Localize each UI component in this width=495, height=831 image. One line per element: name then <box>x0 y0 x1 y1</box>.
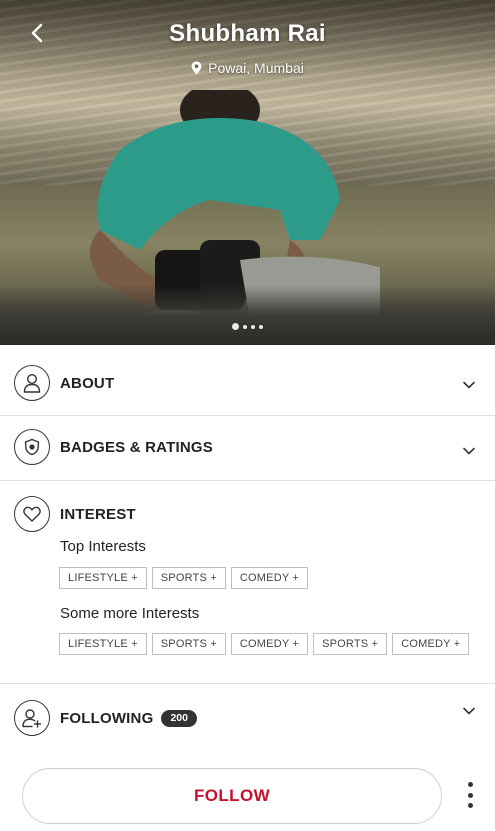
badges-title: BADGES & RATINGS <box>60 438 213 456</box>
interest-tag[interactable]: SPORTS + <box>151 567 226 589</box>
profile-photo <box>0 0 495 345</box>
interest-tag[interactable]: COMEDY + <box>230 633 309 655</box>
more-interests-label: Some more Interests <box>60 605 200 622</box>
page-dot[interactable] <box>232 323 239 330</box>
interest-header[interactable]: INTEREST <box>14 496 136 532</box>
about-section: ABOUT <box>0 345 495 416</box>
interest-tag[interactable]: SPORTS + <box>313 633 388 655</box>
follow-button[interactable]: FOLLOW <box>22 768 442 824</box>
more-interests-tags: LIFESTYLE + SPORTS + COMEDY + SPORTS + C… <box>59 633 470 655</box>
following-header[interactable]: FOLLOWING 200 <box>14 700 197 736</box>
photo-page-indicator[interactable] <box>0 323 495 330</box>
following-section: FOLLOWING 200 <box>0 684 495 754</box>
top-interests-label: Top Interests <box>60 538 146 555</box>
interest-tag[interactable]: SPORTS + <box>151 633 226 655</box>
user-icon <box>14 365 50 401</box>
page-dot[interactable] <box>251 324 255 329</box>
chevron-down-icon[interactable] <box>461 703 477 719</box>
chevron-down-icon[interactable] <box>461 443 477 459</box>
location-pin-icon <box>191 61 202 75</box>
badges-header[interactable]: BADGES & RATINGS <box>14 429 213 465</box>
about-title: ABOUT <box>60 374 115 392</box>
page-dot[interactable] <box>259 324 263 329</box>
about-header[interactable]: ABOUT <box>14 365 114 401</box>
page-dot[interactable] <box>243 324 247 329</box>
profile-location: Powai, Mumbai <box>0 60 495 76</box>
add-user-icon <box>14 700 50 736</box>
chevron-down-icon[interactable] <box>461 377 477 393</box>
top-interests-tags: LIFESTYLE + SPORTS + COMEDY + <box>59 567 309 589</box>
badges-section: BADGES & RATINGS <box>0 416 495 481</box>
interest-section: INTEREST Top Interests LIFESTYLE + SPORT… <box>0 481 495 684</box>
heart-icon <box>14 496 50 532</box>
badge-icon <box>14 429 50 465</box>
more-vertical-icon[interactable] <box>460 779 480 811</box>
interest-title: INTEREST <box>60 505 136 523</box>
interest-tag[interactable]: COMEDY + <box>392 633 470 655</box>
interest-tag[interactable]: COMEDY + <box>230 567 309 589</box>
location-text: Powai, Mumbai <box>208 60 304 76</box>
profile-name: Shubham Rai <box>169 20 326 47</box>
interest-tag[interactable]: LIFESTYLE + <box>59 567 147 589</box>
following-count-badge: 200 <box>161 709 197 727</box>
interest-tag[interactable]: LIFESTYLE + <box>59 633 147 655</box>
following-title: FOLLOWING <box>60 709 154 727</box>
